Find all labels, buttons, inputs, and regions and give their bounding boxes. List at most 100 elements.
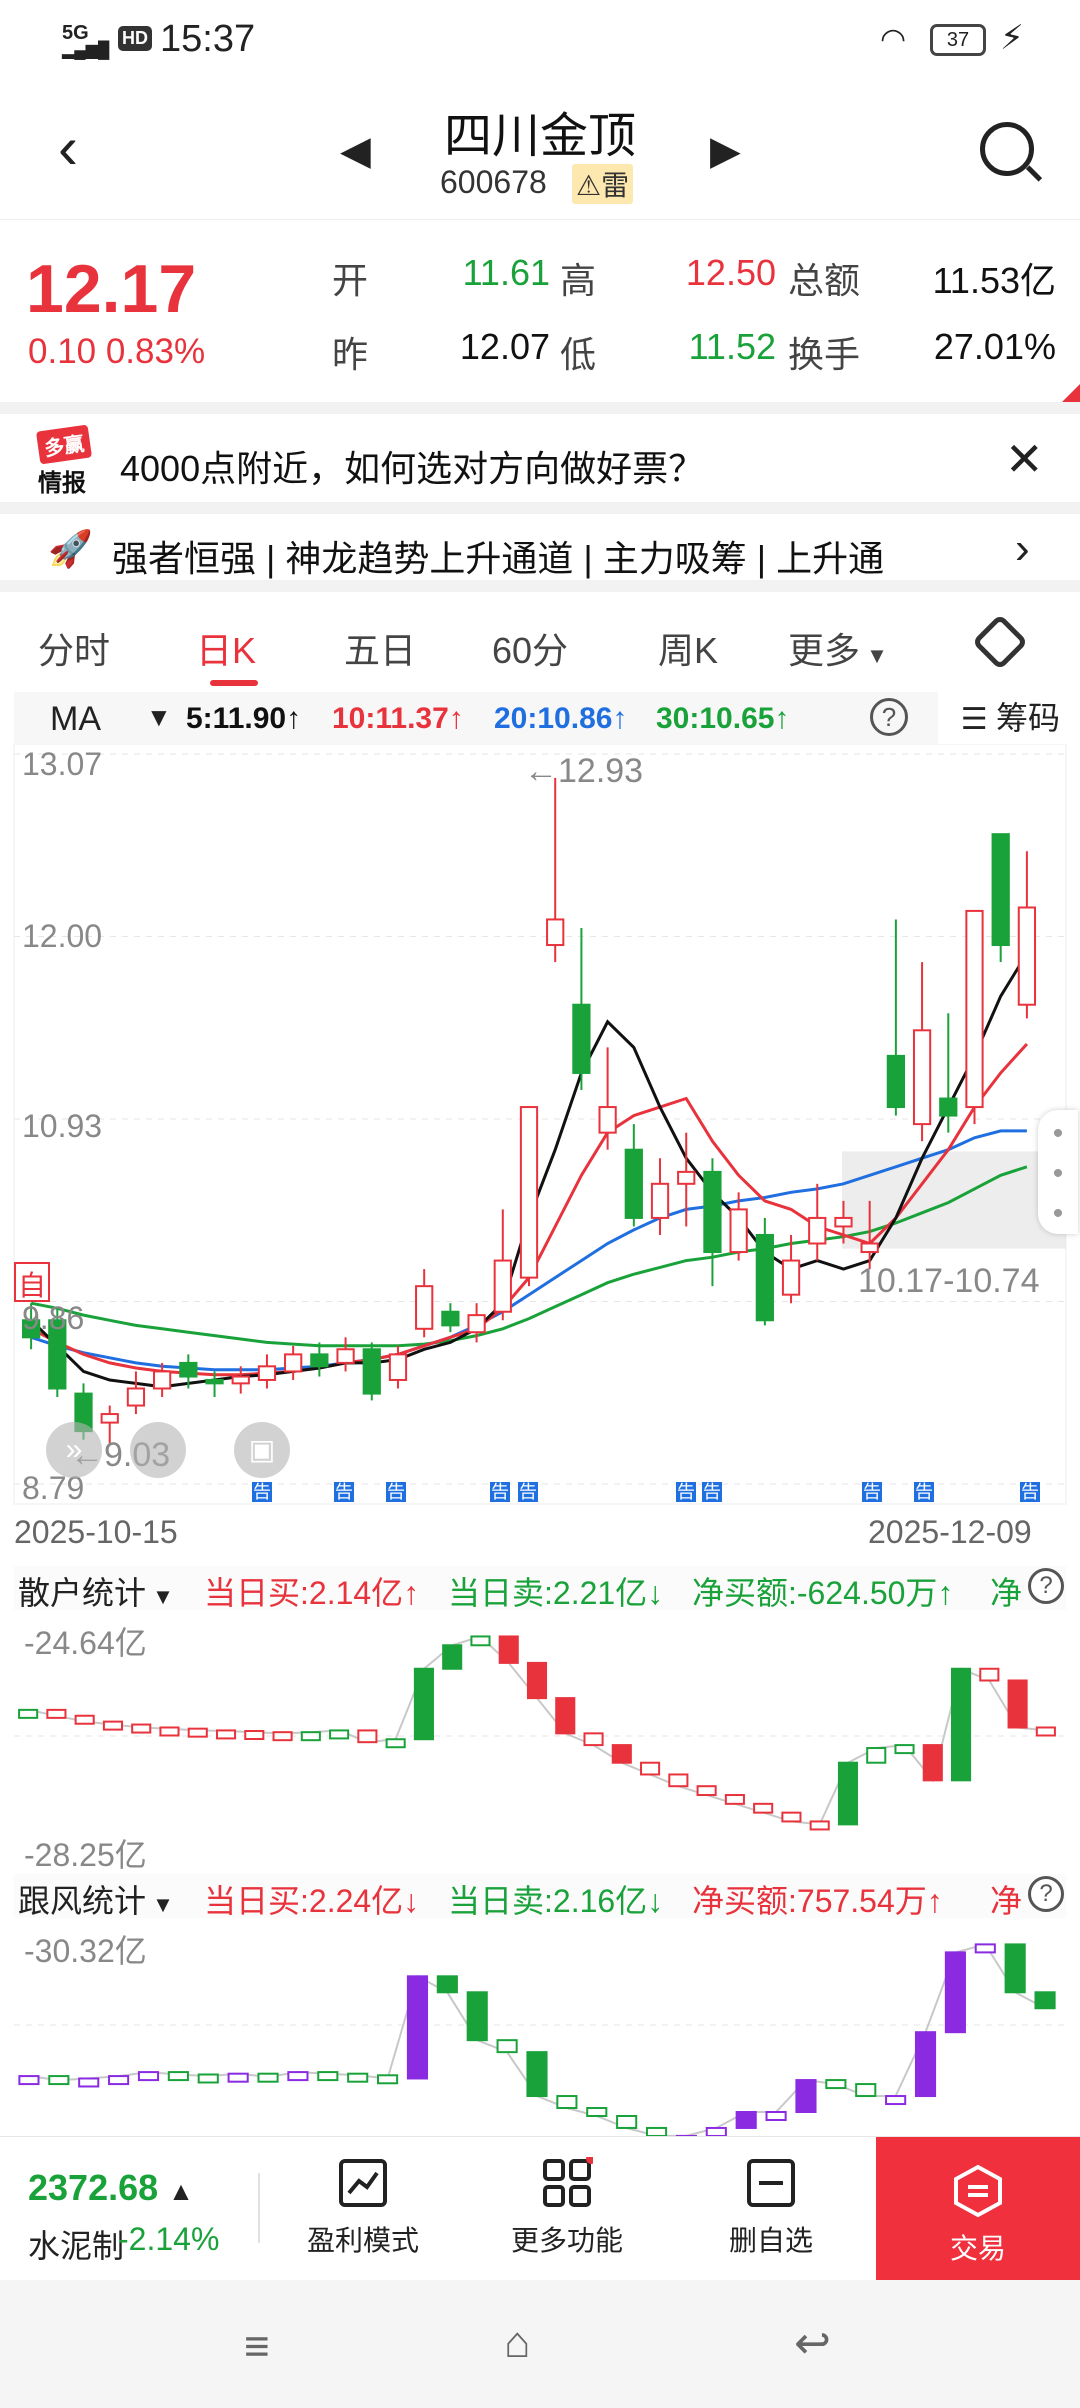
candle-body (572, 1003, 591, 1074)
stat-bar (18, 1708, 39, 1719)
retail-y-top: -24.64亿 (24, 1625, 147, 1661)
next-stock-icon[interactable]: ▶ (710, 128, 741, 174)
sector-index-value[interactable]: 2372.68 ▲ (28, 2167, 194, 2209)
candle-body (519, 1106, 539, 1279)
stat-bar (470, 1635, 491, 1647)
more-options-handle[interactable]: • • • (1038, 1110, 1078, 1234)
search-icon[interactable] (980, 122, 1034, 176)
stat-bar (765, 2111, 787, 2121)
stat-bar (668, 1773, 689, 1788)
turnover-value: 27.01% (933, 326, 1056, 367)
stat-bar (586, 2107, 608, 2118)
retail-stats-selector[interactable]: 散户统计 ▼ (18, 1568, 174, 1614)
stat-bar (837, 1761, 859, 1826)
active-tab-indicator (210, 680, 258, 686)
chevron-down-icon[interactable]: ▼ (146, 702, 172, 733)
candle-up (546, 777, 565, 963)
menu-icon[interactable]: ≡ (244, 2322, 270, 2372)
follow-stats-selector[interactable]: 跟风统计 ▼ (18, 1876, 174, 1922)
candle-body (781, 1259, 801, 1296)
announcement-marker[interactable]: 告 (334, 1482, 354, 1502)
candle-up (336, 1337, 355, 1372)
tab-weekly-k[interactable]: 周K (658, 622, 718, 674)
candle-body (624, 1148, 643, 1219)
help-icon[interactable]: ? (1028, 1876, 1064, 1912)
stat-bar (640, 1761, 661, 1776)
promo-text[interactable]: 4000点附近，如何选对方向做好票？ (120, 440, 704, 492)
tab-intraday[interactable]: 分时 (38, 622, 110, 674)
announcement-marker[interactable]: 告 (862, 1482, 882, 1502)
candle-down (755, 1217, 774, 1326)
candle-body (362, 1348, 381, 1395)
ma30-value: 30:10.65↑ (656, 702, 790, 735)
tab-daily-k[interactable]: 日K (196, 622, 256, 674)
signal-icon: ▂▄▆█ (62, 42, 110, 59)
clock: 15:37 (160, 18, 256, 60)
indicator-selector[interactable]: MA (50, 700, 101, 739)
back-nav-icon[interactable]: ↩ (794, 2318, 831, 2369)
announcement-marker[interactable]: 告 (518, 1482, 538, 1502)
announcement-marker[interactable]: 告 (490, 1482, 510, 1502)
tab-five-day[interactable]: 五日 (344, 622, 416, 674)
candle-down (441, 1303, 460, 1333)
follow-more: 净 (990, 1883, 1023, 1919)
status-bar: 5G ▂▄▆█ HD 15:37 ◠ 37 ⚡ (0, 0, 1080, 80)
help-icon[interactable]: ? (1028, 1568, 1064, 1604)
candle-body (257, 1365, 277, 1381)
profit-mode-button[interactable]: 盈利模式 (288, 2157, 438, 2259)
current-price: 12.17 (26, 251, 197, 327)
announcement-marker[interactable]: 告 (1020, 1482, 1040, 1502)
chevron-right-icon[interactable]: › (1015, 524, 1030, 574)
expand-icon[interactable]: » (46, 1422, 102, 1478)
promo-banner[interactable]: 多赢 情报 4000点附近，如何选对方向做好票？ ✕ (0, 402, 1080, 502)
follow-stats-chart (14, 1943, 1066, 2136)
screenshot-icon[interactable]: ▣ (234, 1422, 290, 1478)
announcement-marker[interactable]: 告 (914, 1482, 934, 1502)
candle-body (755, 1233, 774, 1322)
stat-bar (442, 1644, 463, 1670)
more-features-button[interactable]: 更多功能 (492, 2157, 642, 2259)
follow-net: 净买额:757.54万↑ (692, 1883, 943, 1919)
candle-body (126, 1387, 146, 1407)
tab-60min[interactable]: 60分 (492, 622, 568, 674)
risk-warning-badge[interactable]: ⚠雷 (572, 164, 634, 204)
remove-watchlist-button[interactable]: 删自选 (696, 2157, 846, 2259)
candle-body (179, 1361, 198, 1378)
draw-tool-icon[interactable] (130, 1422, 186, 1478)
signal-ticker[interactable]: 🚀 强者恒强 | 神龙趋势上升通道 | 主力吸筹 | 上升通 › (0, 502, 1080, 592)
candle-body (310, 1353, 329, 1368)
candle-body (834, 1216, 853, 1228)
stat-bar (300, 1731, 321, 1742)
stat-bar (167, 2071, 189, 2082)
sector-index-name[interactable]: 水泥制 (28, 2221, 124, 2267)
help-icon[interactable]: ? (870, 698, 908, 736)
candle-body (991, 833, 1010, 947)
end-date: 2025-12-09 (868, 1514, 1032, 1550)
system-nav-bar: ≡ ⌂ ↩ (0, 2280, 1080, 2408)
trade-button[interactable]: 交易 (876, 2137, 1080, 2281)
announcement-marker[interactable]: 告 (702, 1482, 722, 1502)
settings-icon[interactable] (971, 613, 1029, 671)
announcement-marker[interactable]: 告 (676, 1482, 696, 1502)
stat-bar (974, 1943, 996, 1954)
close-icon[interactable]: ✕ (1005, 432, 1044, 486)
announcement-marker[interactable]: 告 (252, 1482, 272, 1502)
chevron-down-icon: ▼ (146, 1892, 174, 1917)
candle-body (336, 1348, 355, 1364)
chevron-down-icon: ▼ (146, 1584, 174, 1609)
stat-bar (885, 2095, 907, 2106)
home-icon[interactable]: ⌂ (504, 2318, 531, 2368)
ticker-text[interactable]: 强者恒强 | 神龙趋势上升通道 | 主力吸筹 | 上升通 (112, 530, 972, 582)
kline-chart[interactable] (0, 744, 1080, 1524)
retail-stats-header: 散户统计 ▼ 当日买:2.14亿↑ 当日卖:2.21亿↓ 净买额:-624.50… (14, 1566, 1066, 1611)
y-tick-label: 10.93 (22, 1108, 103, 1144)
candle-body (939, 1097, 958, 1117)
announcement-marker[interactable]: 告 (386, 1482, 406, 1502)
self-select-badge[interactable]: 自 (14, 1262, 50, 1302)
candle-up (519, 1106, 539, 1287)
ma10-value: 10:11.37↑ (332, 702, 464, 735)
chips-button[interactable]: ☰ 筹码 (938, 692, 1066, 744)
stat-bar (825, 2079, 847, 2090)
stat-bar (18, 2075, 40, 2086)
tab-more[interactable]: 更多 ▼ (788, 622, 888, 674)
